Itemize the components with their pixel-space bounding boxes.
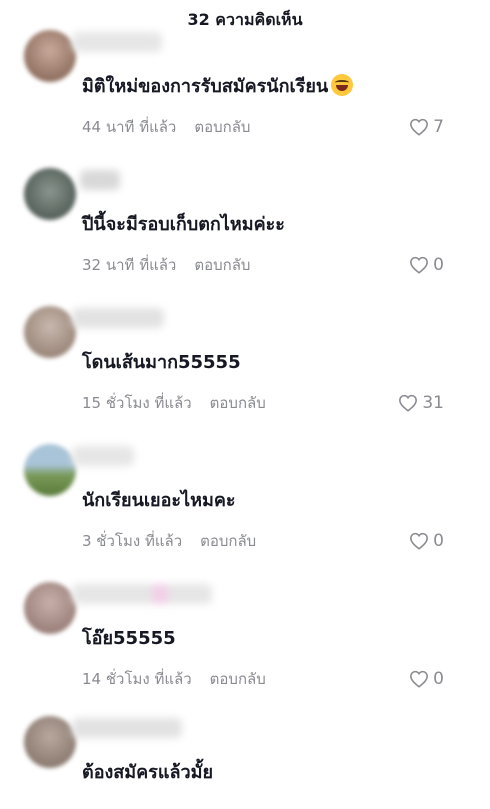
reply-button[interactable]: ตอบกลับ [200, 532, 256, 550]
comment-item: โดนเส้นมาก55555 15 ชั่วโมง ที่แล้ว ตอบกลั… [0, 306, 490, 436]
like-button[interactable]: 7 [409, 116, 444, 138]
comment-text: นักเรียนเยอะไหมคะ [82, 490, 236, 511]
comment-time: 32 นาที ที่แล้ว [82, 256, 177, 274]
avatar[interactable] [24, 168, 76, 220]
username-blurred[interactable] [72, 308, 164, 328]
username-blurred[interactable] [80, 170, 120, 190]
comment-meta: 44 นาที ที่แล้ว ตอบกลับ [82, 116, 250, 138]
heart-icon [410, 256, 429, 274]
like-count: 0 [433, 255, 444, 275]
like-button[interactable]: 0 [409, 668, 444, 690]
reply-button[interactable]: ตอบกลับ [194, 118, 250, 136]
comment-item: นักเรียนเยอะไหมคะ 3 ชั่วโมง ที่แล้ว ตอบกล… [0, 444, 490, 574]
avatar[interactable] [24, 582, 76, 634]
comment-text: ต้องสมัครแล้วมั้ย [82, 762, 214, 783]
comment-text: มิติใหม่ของการรับสมัครนักเรียน [82, 74, 354, 100]
avatar[interactable] [24, 306, 76, 358]
username-blurred[interactable] [72, 446, 134, 466]
comment-meta: 32 นาที ที่แล้ว ตอบกลับ [82, 254, 250, 276]
like-button[interactable]: 0 [409, 530, 444, 552]
like-count: 0 [433, 669, 444, 689]
heart-icon [399, 394, 418, 412]
username-blurred[interactable] [72, 718, 182, 738]
comment-time: 44 นาที ที่แล้ว [82, 118, 177, 136]
username-blurred[interactable] [72, 32, 162, 52]
laughing-tears-emoji [331, 74, 354, 96]
comment-item: โอ๊ย55555 14 ชั่วโมง ที่แล้ว ตอบกลับ 0 [0, 582, 490, 712]
like-count: 7 [433, 117, 444, 137]
heart-icon [410, 118, 429, 136]
avatar[interactable] [24, 30, 76, 82]
reply-button[interactable]: ตอบกลับ [210, 670, 266, 688]
comment-time: 14 ชั่วโมง ที่แล้ว [82, 670, 192, 688]
comment-time: 3 ชั่วโมง ที่แล้ว [82, 532, 183, 550]
comments-count-title: 32 ความคิดเห็น [187, 10, 303, 29]
comment-meta: 3 ชั่วโมง ที่แล้ว ตอบกลับ [82, 530, 256, 552]
comment-item: ต้องสมัครแล้วมั้ย [0, 716, 490, 809]
heart-icon [410, 532, 429, 550]
reply-button[interactable]: ตอบกลับ [194, 256, 250, 274]
comment-item: ปีนี้จะมีรอบเก็บตกไหมค่ะะ 32 นาที ที่แล้… [0, 168, 490, 298]
comment-text: โอ๊ย55555 [82, 628, 176, 649]
like-count: 0 [433, 531, 444, 551]
avatar[interactable] [24, 444, 76, 496]
comment-text: ปีนี้จะมีรอบเก็บตกไหมค่ะะ [82, 214, 285, 235]
like-count: 31 [422, 393, 444, 413]
comment-meta: 15 ชั่วโมง ที่แล้ว ตอบกลับ [82, 392, 266, 414]
like-button[interactable]: 0 [409, 254, 444, 276]
comment-time: 15 ชั่วโมง ที่แล้ว [82, 394, 192, 412]
comment-meta: 14 ชั่วโมง ที่แล้ว ตอบกลับ [82, 668, 266, 690]
reply-button[interactable]: ตอบกลับ [210, 394, 266, 412]
like-button[interactable]: 31 [398, 392, 444, 414]
comment-item: มิติใหม่ของการรับสมัครนักเรียน 44 นาที ท… [0, 30, 490, 160]
avatar[interactable] [24, 716, 76, 768]
heart-icon [410, 670, 429, 688]
comment-text: โดนเส้นมาก55555 [82, 352, 241, 373]
username-blurred[interactable] [72, 584, 212, 604]
